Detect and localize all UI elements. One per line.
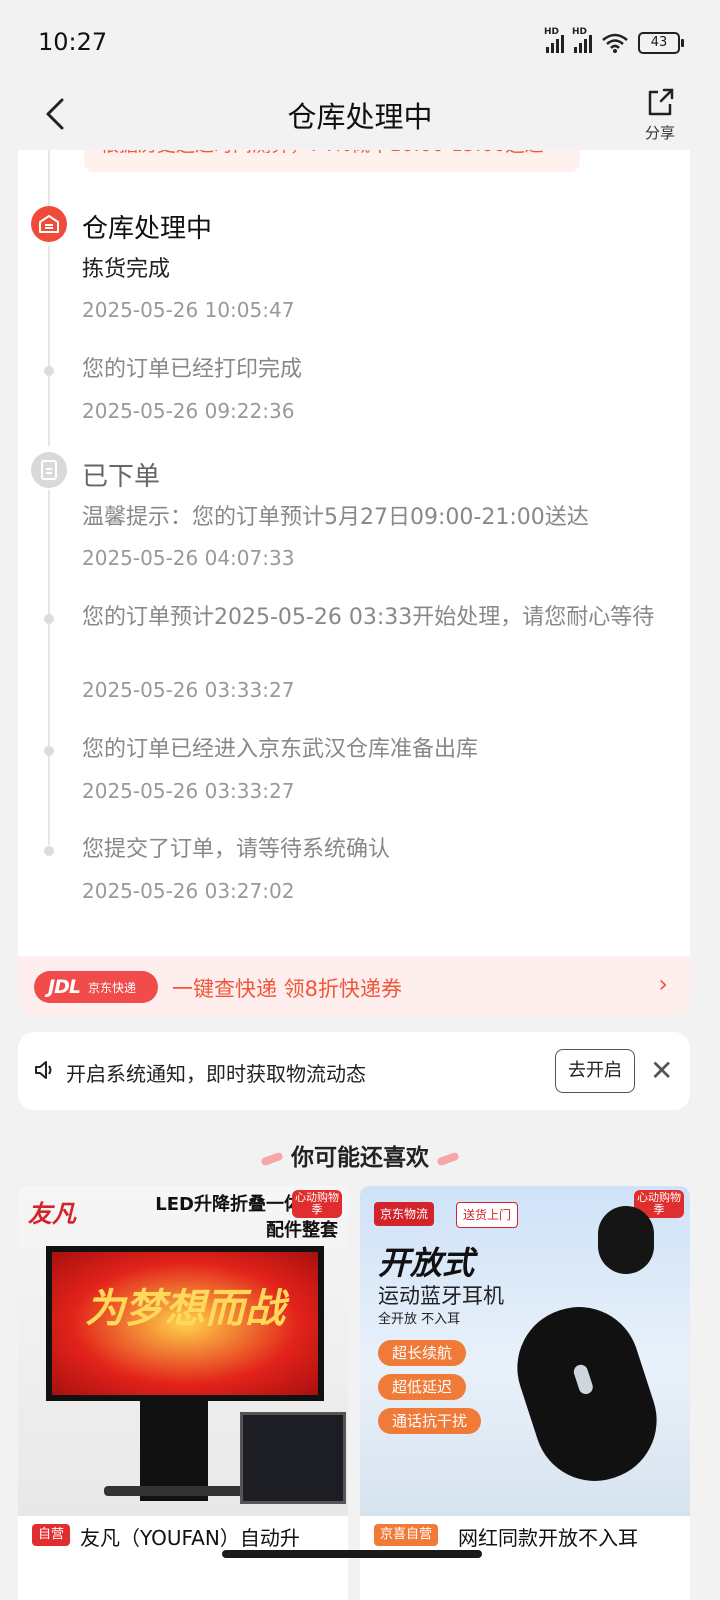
share-button[interactable]: 分享 — [630, 86, 690, 143]
decor-icon — [436, 1150, 460, 1167]
product-sub2: 全开放 不入耳 — [378, 1312, 461, 1327]
product-image: 友凡 LED升降折叠一体机含配件整套 心动购物季 为梦想而战 — [18, 1186, 348, 1516]
promo-badge: 心动购物季 — [292, 1190, 342, 1218]
signal-icon: HD — [544, 27, 564, 53]
self-operated-tag: 自营 — [32, 1524, 71, 1546]
speaker-icon — [35, 1061, 52, 1079]
status-title-processing: 仓库处理中 — [82, 214, 213, 244]
event-time: 2025-05-26 03:33:27 — [82, 678, 295, 702]
logistics-tag: 京东物流 — [374, 1202, 435, 1226]
battery-icon: 43 — [638, 32, 684, 54]
event-text: 拣货完成 — [82, 257, 171, 282]
stand-base — [104, 1486, 244, 1496]
status-bar: 10:27 HD HD 43 — [0, 0, 720, 90]
flight-case — [240, 1412, 346, 1504]
feature-pill: 通话抗干扰 — [378, 1408, 482, 1434]
share-label: 分享 — [644, 124, 675, 142]
signal-icon-2: HD — [572, 27, 592, 53]
notice-text: 开启系统通知，即时获取物流动态 — [66, 1062, 366, 1086]
product-name: 网红同款开放不入耳 — [458, 1526, 638, 1550]
product-card[interactable]: 友凡 LED升降折叠一体机含配件整套 心动购物季 为梦想而战 自营 友凡（YOU… — [18, 1186, 348, 1600]
event-time: 2025-05-26 03:27:02 — [82, 879, 295, 903]
enable-notification-button[interactable]: 去开启 — [555, 1049, 635, 1093]
self-operated-tag: 京喜自营 — [374, 1524, 439, 1546]
notification-prompt: 开启系统通知，即时获取物流动态 去开启 ✕ — [18, 1032, 690, 1110]
event-text: 温馨提示：您的订单预计5月27日09:00-21:00送达 — [82, 505, 589, 530]
timeline-line — [48, 150, 50, 210]
status-icons: HD HD 43 — [544, 27, 684, 54]
close-icon[interactable]: ✕ — [650, 1056, 673, 1086]
led-screen: 为梦想而战 — [46, 1246, 324, 1401]
timeline-line — [48, 246, 50, 446]
earbud-icon — [501, 1291, 673, 1497]
event-time: 2025-05-26 10:05:47 — [82, 298, 295, 322]
chevron-right-icon: › — [658, 970, 668, 998]
page-title: 仓库处理中 — [287, 100, 433, 134]
timeline-dot — [44, 746, 54, 756]
feature-pill: 超低延迟 — [378, 1374, 467, 1400]
product-image: 京东物流 送货上门 心动购物季 开放式 运动蓝牙耳机 全开放 不入耳 超长续航 … — [360, 1186, 690, 1516]
event-text: 您的订单已经进入京东武汉仓库准备出库 — [82, 737, 479, 762]
event-time: 2025-05-26 09:22:36 — [82, 399, 295, 423]
product-subtitle: 运动蓝牙耳机 — [378, 1284, 504, 1308]
product-name: 友凡（YOUFAN）自动升 — [80, 1526, 300, 1550]
jdl-express-banner[interactable]: JDL 京东快递 一键查快递 领8折快递券 › — [18, 956, 690, 1016]
timeline-dot — [44, 366, 54, 376]
event-text: 您的订单已经打印完成 — [82, 357, 303, 382]
timeline-dot — [44, 614, 54, 624]
feature-pill: 超长续航 — [378, 1340, 467, 1366]
wifi-icon — [602, 33, 628, 53]
nav-header: 仓库处理中 分享 — [0, 80, 720, 150]
earbud-icon — [598, 1206, 654, 1274]
delivery-estimate-tip: 根据历史送达时间测算，74%概率10:00-15:00送达 — [84, 150, 580, 172]
order-placed-icon — [31, 452, 67, 488]
product-card[interactable]: 京东物流 送货上门 心动购物季 开放式 运动蓝牙耳机 全开放 不入耳 超长续航 … — [360, 1186, 690, 1600]
share-icon — [648, 88, 674, 116]
warehouse-icon — [31, 206, 67, 242]
status-time: 10:27 — [38, 28, 108, 56]
home-indicator[interactable] — [222, 1550, 482, 1558]
delivery-tag: 送货上门 — [456, 1202, 519, 1228]
jdl-banner-text: 一键查快递 领8折快递券 — [172, 977, 403, 1001]
timeline-line — [48, 490, 50, 845]
brand-logo: 友凡 — [28, 1200, 76, 1228]
jdl-logo-badge: JDL 京东快递 — [34, 971, 158, 1003]
recommend-title: 你可能还喜欢 — [0, 1138, 720, 1172]
event-time: 2025-05-26 03:33:27 — [82, 779, 295, 803]
event-text: 您提交了订单，请等待系统确认 — [82, 837, 391, 862]
decor-icon — [260, 1150, 284, 1167]
event-time: 2025-05-26 04:07:33 — [82, 546, 295, 570]
product-headline: 开放式 — [378, 1244, 475, 1282]
event-text: 您的订单预计2025-05-26 03:33开始处理，请您耐心等待 — [82, 605, 655, 630]
timeline-dot — [44, 846, 54, 856]
tracking-card: 根据历史送达时间测算，74%概率10:00-15:00送达 仓库处理中 拣货完成… — [18, 150, 690, 1016]
status-title-ordered: 已下单 — [82, 462, 161, 492]
